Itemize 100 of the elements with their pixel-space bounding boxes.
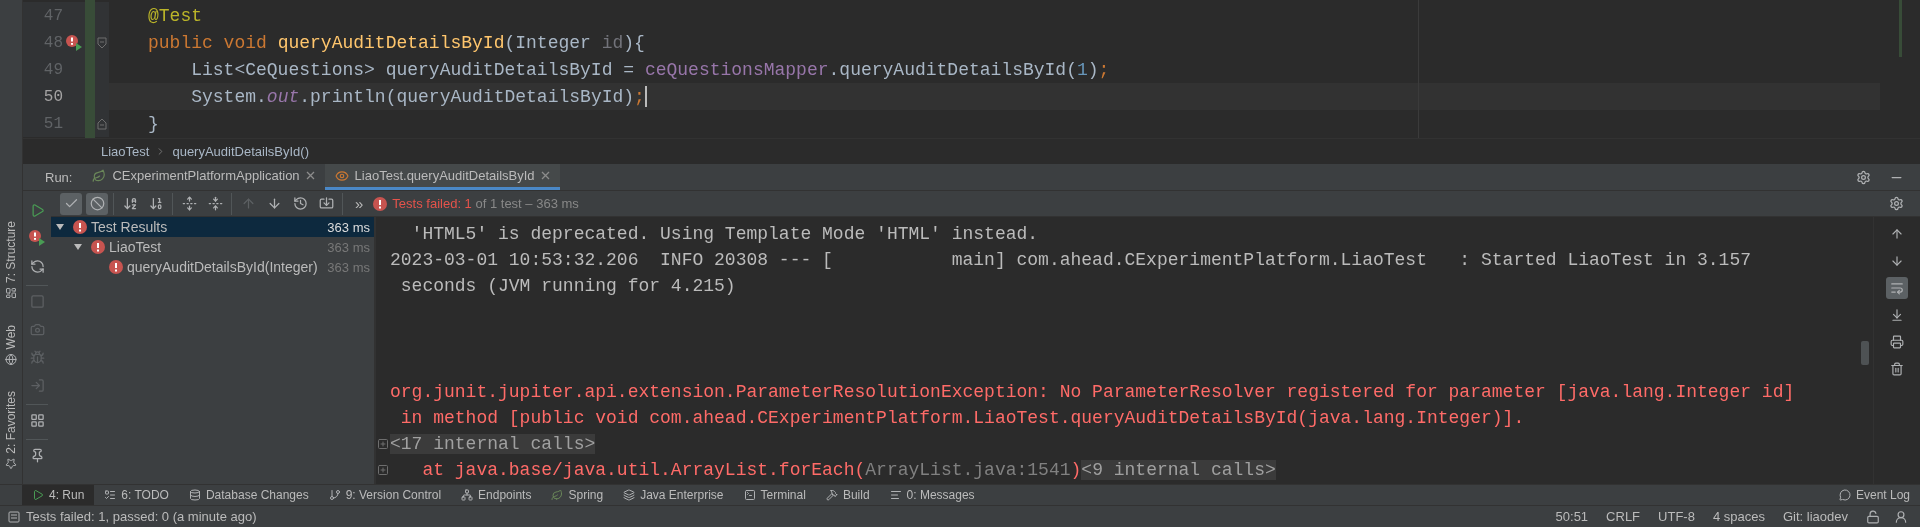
fold-icon[interactable] — [97, 36, 107, 49]
status-icon[interactable] — [8, 510, 20, 523]
tool-window-tab[interactable]: 7: Structure — [4, 220, 18, 299]
branch-icon — [328, 489, 341, 501]
test-icon — [334, 168, 349, 183]
endpoints-icon — [461, 489, 474, 501]
more-button[interactable]: » — [355, 195, 364, 212]
import-icon[interactable] — [318, 196, 334, 211]
run-tab[interactable]: CExperimentPlatformApplication — [82, 164, 325, 190]
tool-window-button[interactable]: 4: Run — [22, 485, 95, 505]
terminal-icon — [743, 489, 756, 501]
tool-window-button[interactable]: Build — [815, 485, 880, 505]
failed-icon — [91, 240, 105, 254]
rerun-failed-icon[interactable] — [28, 230, 46, 246]
tool-window-button[interactable]: Endpoints — [451, 485, 542, 505]
tool-window-button[interactable]: 0: Messages — [879, 485, 985, 505]
print-icon[interactable] — [1890, 335, 1904, 349]
sort-alpha-icon[interactable] — [122, 196, 138, 211]
test-name: queryAuditDetailsById(Integer) — [127, 259, 319, 275]
hammer-icon — [825, 489, 838, 501]
failed-icon — [73, 220, 87, 234]
list-icon — [104, 489, 117, 501]
code-line: public void queryAuditDetailsById(Integer id){ — [147, 32, 645, 53]
test-name: Test Results — [91, 219, 169, 235]
status-item[interactable]: Git: liaodev — [1782, 509, 1848, 524]
code-line: List<CeQuestions> queryAuditDetailsById = ceQuestionsMapper.queryAuditDetailsById(1); — [190, 59, 1110, 80]
panel-title: Run: — [45, 169, 73, 185]
ignored-icon[interactable] — [89, 196, 105, 211]
expand-icon[interactable] — [377, 438, 389, 450]
tool-window-button[interactable]: Database Changes — [178, 485, 319, 505]
error-icon — [373, 196, 388, 211]
fold-icon[interactable] — [97, 117, 107, 130]
test-duration: 363 ms — [327, 259, 370, 275]
tool-window-tab[interactable]: Web — [4, 324, 18, 366]
star-icon — [5, 458, 17, 470]
tool-window-button[interactable]: 9: Version Control — [318, 485, 452, 505]
expand-all-icon[interactable] — [181, 196, 197, 211]
test-summary: Tests failed: 1 of 1 test – 363 ms — [392, 196, 579, 211]
structure-icon — [5, 286, 17, 299]
console-line: in method [public void com.ahead.CExperimentPlatform.LiaoTest.queryAuditDetailsById(java.lang.Integer)]. — [399, 408, 1525, 428]
messages-icon — [889, 489, 902, 501]
settings-icon[interactable] — [1856, 169, 1871, 185]
expand-icon[interactable] — [377, 464, 389, 476]
tree-item[interactable]: queryAuditDetailsById(Integer) 363 ms — [87, 257, 374, 277]
expanded-arrow-icon[interactable] — [55, 222, 65, 232]
status-item[interactable]: 50:51 — [1555, 509, 1589, 524]
rerun-icon[interactable] — [29, 258, 45, 274]
status-item[interactable]: 4 spaces — [1712, 509, 1765, 524]
run-icon — [32, 489, 44, 501]
arrow-down-icon[interactable] — [266, 196, 282, 211]
test-duration: 363 ms — [327, 219, 370, 235]
status-item[interactable]: UTF-8 — [1658, 509, 1695, 524]
event-log-icon — [1838, 489, 1851, 501]
leaf-icon — [551, 489, 564, 501]
database-icon — [188, 489, 201, 501]
status-item[interactable]: CRLF — [1606, 509, 1641, 524]
close-icon[interactable] — [540, 171, 550, 180]
event-log-button[interactable]: Event Log — [1828, 485, 1920, 505]
collapse-all-icon[interactable] — [207, 196, 223, 211]
tree-item[interactable]: LiaoTest 363 ms — [69, 237, 374, 257]
trash-icon[interactable] — [1890, 362, 1904, 376]
globe-icon — [5, 353, 17, 366]
code-line: } — [147, 113, 159, 134]
run-tab[interactable]: LiaoTest.queryAuditDetailsById — [324, 164, 560, 190]
tool-window-button[interactable]: Terminal — [733, 485, 816, 505]
arrow-down-icon[interactable] — [1890, 254, 1904, 268]
tool-window-button[interactable]: 6: TODO — [94, 485, 179, 505]
failed-icon — [109, 260, 123, 274]
test-name: LiaoTest — [109, 239, 163, 255]
scroll-to-end-icon[interactable] — [1890, 308, 1904, 322]
console-line: seconds (JVM running for 4.215) — [399, 276, 736, 296]
inspector-icon[interactable] — [1894, 509, 1908, 524]
close-icon[interactable] — [305, 171, 315, 180]
pin-icon[interactable] — [29, 447, 45, 463]
tool-window-button[interactable]: Spring — [541, 485, 614, 505]
console-line: 'HTML5' is deprecated. Using Template Mode 'HTML' instead. — [410, 224, 1039, 244]
code-line: @Test — [147, 5, 202, 26]
tool-window-button[interactable]: Java Enterprise — [613, 485, 734, 505]
console-line: org.junit.jupiter.api.extension.ParameterResolutionException: No ParameterResolver registered for parameter [java.lang.Integer id] — [390, 382, 1795, 402]
soft-wrap-icon[interactable] — [1890, 281, 1904, 295]
status-message: Tests failed: 1, passed: 0 (a minute ago) — [26, 509, 257, 524]
breadcrumb[interactable]: queryAuditDetailsById() — [172, 143, 309, 159]
run-test-icon[interactable] — [65, 34, 83, 51]
layout-icon[interactable] — [29, 412, 45, 428]
line-number: 50 — [42, 87, 63, 106]
tree-item[interactable]: Test Results 363 ms — [51, 217, 374, 237]
expanded-arrow-icon[interactable] — [73, 242, 83, 252]
breadcrumb[interactable]: LiaoTest — [101, 143, 150, 159]
leaf-icon — [92, 168, 107, 183]
scrollbar-thumb[interactable] — [1861, 341, 1869, 365]
history-icon[interactable] — [292, 196, 308, 211]
arrow-up-icon[interactable] — [1890, 227, 1904, 241]
tool-window-tab[interactable]: 2: Favorites — [4, 391, 18, 470]
run-icon[interactable] — [29, 202, 45, 218]
sort-duration-icon[interactable] — [148, 196, 164, 211]
enterprise-icon — [623, 489, 636, 501]
code-line: System.out.println(queryAuditDetailsById); — [190, 86, 647, 107]
test-duration: 363 ms — [327, 239, 370, 255]
lock-icon[interactable] — [1866, 509, 1880, 524]
settings-icon[interactable] — [1889, 196, 1904, 211]
